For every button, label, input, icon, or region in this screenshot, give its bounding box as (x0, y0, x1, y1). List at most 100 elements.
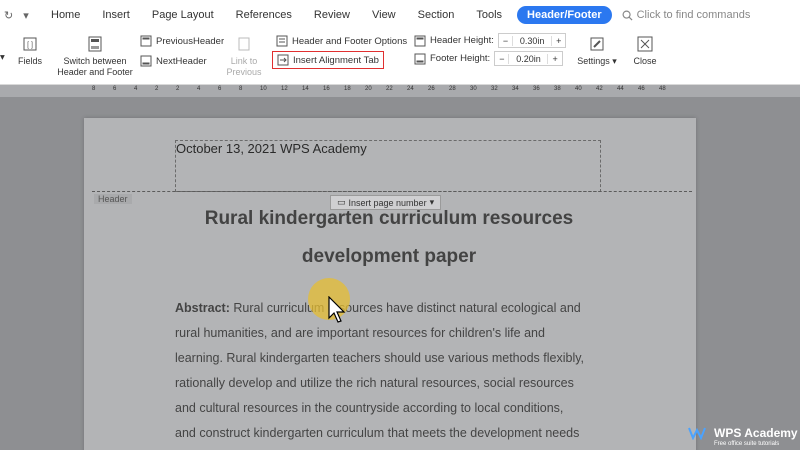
ruler-tick-label: 8 (239, 86, 243, 92)
ruler-tick-label: 20 (365, 86, 372, 92)
previous-header-button[interactable]: PreviousHeader (140, 35, 224, 47)
header-label: Header (94, 194, 132, 204)
tab-home[interactable]: Home (40, 0, 91, 30)
ruler-tick-label: 10 (260, 86, 267, 92)
ruler-tick-label: 48 (659, 86, 666, 92)
header-footer-options-button[interactable]: Header and Footer Options (276, 35, 407, 47)
paragraph-line: rural humanities, and are important reso… (175, 326, 545, 340)
command-search[interactable]: Click to find commands (622, 9, 751, 21)
ruler-tick-label: 22 (386, 86, 393, 92)
tab-insert[interactable]: Insert (91, 0, 141, 30)
ruler-tick-label: 2 (155, 86, 159, 92)
fields-icon: [ ] (23, 37, 37, 51)
mouse-pointer-icon (328, 296, 346, 323)
ruler-tick-label: 38 (554, 86, 561, 92)
logo-name: WPS Academy (714, 426, 798, 440)
hf-options-label: Header and Footer Options (292, 35, 408, 47)
header-height-stepper[interactable]: − 0.30in + (497, 33, 567, 48)
switch-header-footer-button[interactable]: Switch between Header and Footer (55, 35, 135, 78)
settings-label: Settings (577, 56, 610, 66)
decrement-icon[interactable]: − (499, 36, 512, 46)
tab-header-footer[interactable]: Header/Footer (517, 6, 612, 24)
tab-section[interactable]: Section (407, 0, 466, 30)
ruler-tick-label: 18 (344, 86, 351, 92)
footer-height-value[interactable]: 0.20in (508, 53, 549, 64)
ruler-tick-label: 44 (617, 86, 624, 92)
header-height-value[interactable]: 0.30in (512, 35, 553, 46)
close-button[interactable]: Close (630, 35, 660, 67)
horizontal-ruler[interactable]: 8 6 4 2 2 4 6 8 10 12 14 16 18 20 22 24 26 28 30 32 34 36 38 40… (0, 85, 800, 97)
wrench-icon (590, 37, 604, 51)
tab-page-layout[interactable]: Page Layout (141, 0, 225, 30)
close-icon (637, 36, 653, 52)
insert-alignment-tab-button[interactable]: Insert Alignment Tab (272, 51, 384, 69)
wps-academy-logo: WPS Academy (688, 426, 798, 440)
switch-header-footer-icon (88, 36, 102, 52)
ribbon-left-dropdown[interactable]: ▾ (0, 52, 5, 63)
chevron-down-icon: ▾ (0, 52, 5, 63)
decrement-icon[interactable]: − (495, 54, 508, 64)
ruler-tick-label: 42 (596, 86, 603, 92)
menu-bar: ↻ ▾ Home Insert Page Layout References R… (0, 0, 800, 30)
tab-review[interactable]: Review (303, 0, 361, 30)
page-number-icon: ▭ (337, 197, 346, 207)
wps-logo-icon (688, 427, 706, 440)
header-height-control: Header Height: − 0.30in + (414, 33, 567, 48)
footer-height-control: Footer Height: − 0.20in + (414, 51, 563, 66)
search-icon (622, 10, 633, 21)
redo-icon[interactable]: ↻ (4, 9, 13, 22)
ruler-tick-label: 12 (281, 86, 288, 92)
next-header-label: NextHeader (156, 55, 207, 67)
settings-button[interactable]: Settings ▾ (574, 35, 620, 67)
settings-label-row: Settings ▾ (577, 56, 617, 66)
ruler-tick-label: 24 (407, 86, 414, 92)
ruler-tick-label: 4 (197, 86, 201, 92)
link-icon (238, 37, 250, 51)
dropdown-icon[interactable]: ▾ (23, 9, 29, 22)
header-height-icon (414, 35, 426, 46)
previous-header-icon (140, 35, 152, 47)
footer-height-stepper[interactable]: − 0.20in + (494, 51, 563, 66)
insert-page-number-label: Insert page number (348, 197, 427, 208)
paragraph-line: learning. Rural kindergarten teachers sh… (175, 351, 585, 365)
paragraph-text: Rural curriculum resources have distinct… (229, 301, 581, 315)
document-title-line-1: Rural kindergarten curriculum resources (204, 208, 574, 229)
ruler-tick-label: 30 (470, 86, 477, 92)
link-label-2: Previous (226, 67, 262, 77)
increment-icon[interactable]: + (548, 54, 561, 64)
ribbon: ▾ [ ] Fields Switch between Header and F… (0, 30, 800, 85)
header-boundary (92, 191, 692, 192)
increment-icon[interactable]: + (552, 36, 565, 46)
search-placeholder: Click to find commands (636, 9, 751, 21)
switch-label-1: Switch between (63, 56, 127, 66)
tab-view[interactable]: View (361, 0, 407, 30)
options-icon (276, 35, 288, 47)
chevron-down-icon: ▾ (429, 197, 435, 207)
fields-button[interactable]: [ ] Fields (16, 35, 44, 67)
close-label: Close (633, 56, 657, 66)
document-page[interactable]: October 13, 2021 WPS Academy Header ▭ In… (84, 118, 696, 450)
ruler-tick-label: 46 (638, 86, 645, 92)
alignment-tab-icon (277, 54, 289, 66)
ruler-tick-label: 28 (449, 86, 456, 92)
fields-label: Fields (17, 56, 42, 66)
next-header-icon (140, 55, 152, 67)
ruler-tick-label: 6 (218, 86, 222, 92)
ruler-tick-label: 16 (323, 86, 330, 92)
paragraph-line: rationally develop and utilize the rich … (175, 376, 574, 390)
next-header-button[interactable]: NextHeader (140, 55, 207, 67)
insert-alignment-tab-label: Insert Alignment Tab (293, 54, 379, 66)
document-title-line-2: development paper (301, 246, 477, 267)
footer-height-label: Footer Height: (430, 53, 491, 64)
paragraph-line: and construct kindergarten curriculum th… (175, 426, 580, 440)
svg-text:[ ]: [ ] (27, 42, 33, 49)
header-text[interactable]: October 13, 2021 WPS Academy (176, 141, 367, 156)
tab-tools[interactable]: Tools (465, 0, 513, 30)
ruler-tick-label: 34 (512, 86, 519, 92)
tab-references[interactable]: References (225, 0, 303, 30)
paragraph-line: and cultural resources in the countrysid… (175, 401, 564, 415)
ruler-tick-label: 14 (302, 86, 309, 92)
footer-height-icon (414, 53, 426, 64)
abstract-paragraph: Abstract: Rural curriculum resources hav… (175, 296, 601, 446)
link-to-previous-button[interactable]: Link to Previous (222, 35, 266, 78)
